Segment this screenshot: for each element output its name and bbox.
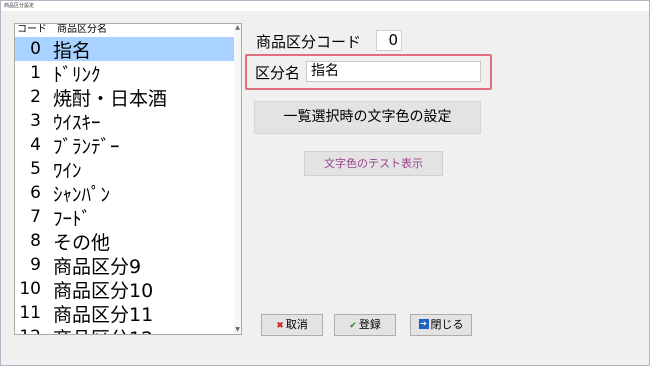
list-item-name: 指名 [53,39,92,62]
list-scrollbar[interactable]: ▲ ▼ [234,24,241,334]
list-item[interactable]: 12商品区分12 [15,324,235,335]
list-item-name: ｳｲｽｷｰ [53,111,101,134]
list-item-code: 4 [30,135,41,155]
name-field[interactable]: 指名 [306,61,481,82]
list-item[interactable]: 9 商品区分9 [15,253,235,278]
list-items: 0 指名 1 ﾄﾞﾘﾝｸ 2 焼酎・日本酒 3 ｳｲｽｷｰ 4 ﾌﾞﾗﾝﾃﾞｰ 5 ﾜｲﾝ 6 ｼｬﾝﾊﾟ… [15,37,235,335]
category-listbox[interactable]: コード 商品区分名 0 指名 1 ﾄﾞﾘﾝｸ 2 焼酎・日本酒 3 ｳｲｽｷｰ 4 ﾌﾞﾗﾝﾃﾞｰ 5… [14,23,242,335]
list-item[interactable]: 10 商品区分10 [15,277,235,302]
cancel-button[interactable]: ✖ 取消 [261,314,323,336]
list-item[interactable]: 4 ﾌﾞﾗﾝﾃﾞｰ [15,133,235,158]
list-item-name: 商品区分11 [53,303,154,326]
list-item[interactable]: 11 商品区分11 [15,301,235,326]
cross-icon: ✖ [276,321,284,331]
list-item-name: ﾌｰﾄﾞ [53,207,92,230]
list-item-name: 商品区分10 [53,279,154,302]
title-bar: 商品区分設定 [1,1,649,11]
list-item-name: 商品区分12 [53,324,153,335]
name-label: 区分名 [255,64,301,82]
register-label: 登録 [358,318,381,331]
list-item[interactable]: 5 ﾜｲﾝ [15,157,235,182]
settings-window: 商品区分設定 コード 商品区分名 0 指名 1 ﾄﾞﾘﾝｸ 2 焼酎・日本酒 3 ｳｲｽｷｰ 4 ﾌ… [0,0,650,366]
list-item-name: ﾌﾞﾗﾝﾃﾞｰ [53,135,120,158]
list-item-code: 3 [30,111,41,131]
color-setting-button[interactable]: 一覧選択時の文字色の設定 [254,101,481,134]
header-name: 商品区分名 [57,24,107,35]
list-item-code: 6 [30,183,41,203]
list-item-code: 10 [19,279,41,299]
list-item-name: その他 [53,231,111,254]
test-display-button[interactable]: 文字色のテスト表示 [304,151,443,176]
list-item[interactable]: 2 焼酎・日本酒 [15,85,235,110]
scroll-up-icon[interactable]: ▲ [234,24,241,32]
checkmark-icon: ✔ [349,321,357,331]
list-item-code: 7 [30,207,41,227]
close-button[interactable]: ➔ 閉じる [410,314,472,336]
list-item-code: 0 [30,39,41,59]
list-item-name: 焼酎・日本酒 [53,87,168,110]
list-item-code: 5 [30,159,41,179]
list-item-name: ﾄﾞﾘﾝｸ [53,63,101,86]
scroll-thumb[interactable] [235,34,240,324]
list-item-code: 11 [19,303,41,323]
register-button[interactable]: ✔ 登録 [334,314,396,336]
list-item[interactable]: 8 その他 [15,229,235,254]
code-label: 商品区分コード [256,33,362,51]
list-item[interactable]: 6 ｼｬﾝﾊﾟﾝ [15,181,235,206]
close-label: 閉じる [430,318,464,331]
list-item-name: 商品区分9 [53,255,142,278]
list-item-code: 8 [30,231,41,251]
list-item[interactable]: 7 ﾌｰﾄﾞ [15,205,235,230]
list-item-code: 1 [30,63,41,83]
code-field[interactable]: 0 [376,30,402,51]
list-item-name: ｼｬﾝﾊﾟﾝ [53,183,111,206]
list-item[interactable]: 0 指名 [15,37,235,62]
cancel-label: 取消 [285,318,308,331]
list-item-code: 2 [30,87,41,107]
header-code: コード [17,24,47,35]
scroll-down-icon[interactable]: ▼ [234,326,241,334]
list-header: コード 商品区分名 [15,24,235,36]
list-item-code: 9 [30,255,41,275]
list-item[interactable]: 1 ﾄﾞﾘﾝｸ [15,61,235,86]
list-item-name: ﾜｲﾝ [53,159,82,182]
exit-icon: ➔ [418,319,429,329]
list-item-code: 12 [15,327,53,334]
list-item[interactable]: 3 ｳｲｽｷｰ [15,109,235,134]
